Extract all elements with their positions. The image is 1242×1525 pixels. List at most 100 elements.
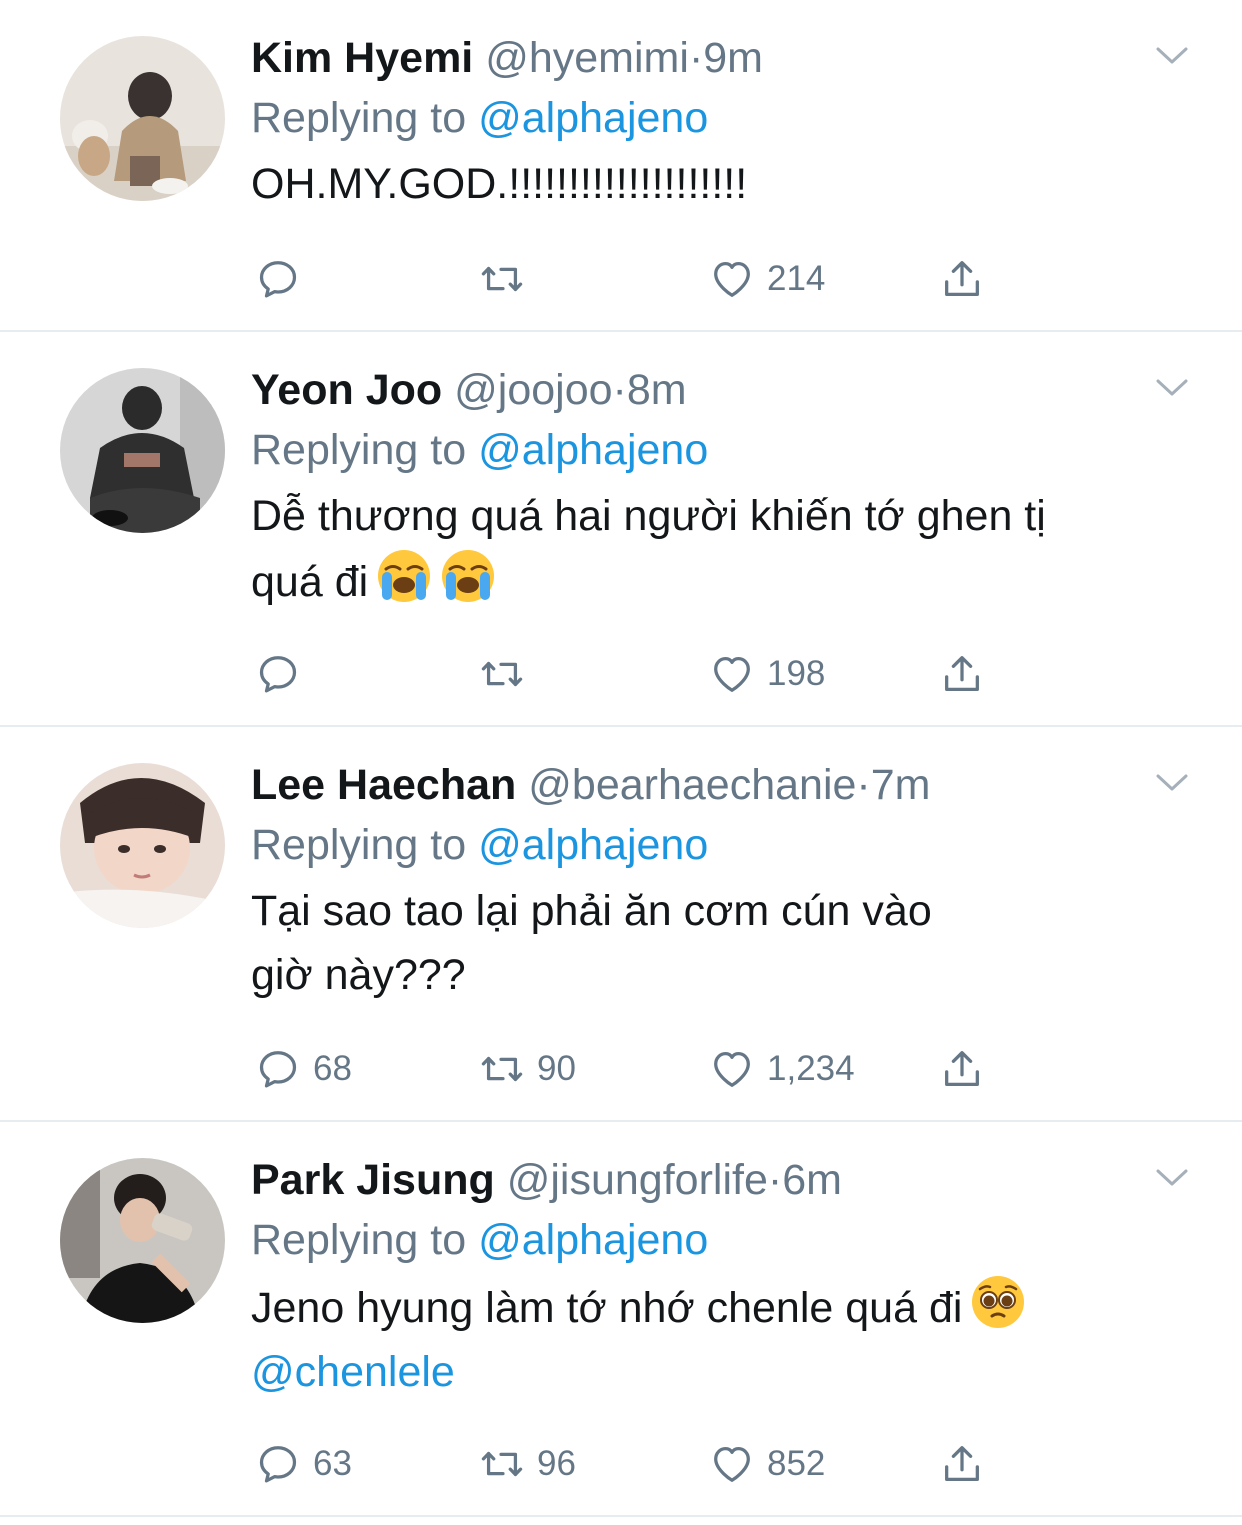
like-button[interactable]: 1,234 xyxy=(709,1044,855,1094)
tweet-header: Kim Hyemi @hyemimi·9m xyxy=(251,30,1212,86)
tweet[interactable]: Kim Hyemi @hyemimi·9m Replying to @alpha… xyxy=(0,0,1242,332)
replying-label: Replying to xyxy=(251,94,467,142)
chevron-down-icon[interactable] xyxy=(1154,771,1190,795)
reply-count: 68 xyxy=(313,1049,352,1088)
like-button[interactable]: 852 xyxy=(709,1439,825,1489)
like-button[interactable]: 214 xyxy=(709,254,825,304)
tweet-text-line-2: quá đi xyxy=(251,558,369,606)
replying-label: Replying to xyxy=(251,821,467,869)
retweet-icon xyxy=(479,256,525,302)
user-handle[interactable]: @jisungforlife xyxy=(507,1156,768,1204)
replying-to-line: Replying to @alphajeno xyxy=(251,418,1212,482)
tweet-text: Jeno hyung làm tớ nhớ chenle quá đi @che… xyxy=(251,1274,1212,1404)
tweet-text: Dễ thương quá hai người khiến tớ ghen tị… xyxy=(251,484,1212,614)
separator-dot: · xyxy=(767,1156,783,1204)
share-icon xyxy=(939,651,985,697)
reply-icon xyxy=(255,1046,301,1092)
retweet-button[interactable]: 90 xyxy=(479,1044,576,1094)
reply-count: 63 xyxy=(313,1444,352,1483)
timestamp[interactable]: 6m xyxy=(782,1156,842,1204)
user-handle[interactable]: @bearhaechanie xyxy=(528,761,856,809)
share-button[interactable] xyxy=(939,1439,985,1489)
separator-dot: · xyxy=(856,761,871,809)
like-count: 214 xyxy=(767,259,826,298)
loudly-crying-face-icon xyxy=(440,548,496,604)
reply-mention-link[interactable]: @alphajeno xyxy=(478,1216,708,1264)
tweet-text: OH.MY.GOD.!!!!!!!!!!!!!!!!!!!! xyxy=(251,152,1212,216)
replying-to-line: Replying to @alphajeno xyxy=(251,86,1212,150)
like-count: 852 xyxy=(767,1444,826,1483)
reply-mention-link[interactable]: @alphajeno xyxy=(478,94,708,142)
display-name[interactable]: Yeon Joo xyxy=(251,366,442,414)
separator-dot: · xyxy=(612,366,627,414)
tweet-text-line: giờ này??? xyxy=(251,951,466,999)
tweet-actions: 68 90 1,234 xyxy=(251,1044,1242,1094)
mention-link[interactable]: @chenlele xyxy=(251,1340,1212,1404)
tweet-actions: 198 xyxy=(251,649,1242,699)
avatar[interactable] xyxy=(60,763,225,928)
loudly-crying-face-icon xyxy=(376,548,432,604)
avatar[interactable] xyxy=(60,36,225,201)
heart-icon xyxy=(709,1046,755,1092)
retweet-icon xyxy=(479,1441,525,1487)
share-button[interactable] xyxy=(939,1044,985,1094)
replying-label: Replying to xyxy=(251,426,467,474)
reply-icon xyxy=(255,651,301,697)
share-icon xyxy=(939,1441,985,1487)
pleading-face-icon xyxy=(970,1274,1026,1330)
heart-icon xyxy=(709,256,755,302)
retweet-icon xyxy=(479,651,525,697)
avatar[interactable] xyxy=(60,1158,225,1323)
user-handle[interactable]: @joojoo xyxy=(454,366,612,414)
retweet-button[interactable] xyxy=(479,649,537,699)
share-button[interactable] xyxy=(939,254,985,304)
timestamp[interactable]: 9m xyxy=(703,34,763,82)
avatar[interactable] xyxy=(60,368,225,533)
tweet-text-line: Jeno hyung làm tớ nhớ chenle quá đi xyxy=(251,1274,1212,1340)
reply-button[interactable]: 63 xyxy=(255,1439,352,1489)
display-name[interactable]: Kim Hyemi xyxy=(251,34,473,82)
tweet-header: Park Jisung @jisungforlife·6m xyxy=(251,1152,1212,1208)
reply-icon xyxy=(255,1441,301,1487)
tweet[interactable]: Park Jisung @jisungforlife·6m Replying t… xyxy=(0,1122,1242,1517)
retweet-button[interactable]: 96 xyxy=(479,1439,576,1489)
replying-to-line: Replying to @alphajeno xyxy=(251,813,1212,877)
tweet-text-line-1: Jeno hyung làm tớ nhớ chenle quá đi xyxy=(251,1284,963,1332)
tweet-actions: 214 xyxy=(251,254,1242,304)
share-button[interactable] xyxy=(939,649,985,699)
share-icon xyxy=(939,1046,985,1092)
user-handle[interactable]: @hyemimi xyxy=(485,34,689,82)
like-count: 198 xyxy=(767,654,826,693)
tweet-text-line: quá đi xyxy=(251,548,1212,614)
reply-icon xyxy=(255,256,301,302)
share-icon xyxy=(939,256,985,302)
reply-button[interactable] xyxy=(255,649,313,699)
tweet-header: Yeon Joo @joojoo·8m xyxy=(251,362,1212,418)
replying-label: Replying to xyxy=(251,1216,467,1264)
reply-button[interactable] xyxy=(255,254,313,304)
timestamp[interactable]: 7m xyxy=(871,761,931,809)
retweet-icon xyxy=(479,1046,525,1092)
display-name[interactable]: Park Jisung xyxy=(251,1156,495,1204)
heart-icon xyxy=(709,1441,755,1487)
chevron-down-icon[interactable] xyxy=(1154,376,1190,400)
tweet-actions: 63 96 852 xyxy=(251,1439,1242,1489)
chevron-down-icon[interactable] xyxy=(1154,44,1190,68)
tweet-text-line: OH.MY.GOD.!!!!!!!!!!!!!!!!!!!! xyxy=(251,160,748,208)
reply-mention-link[interactable]: @alphajeno xyxy=(478,821,708,869)
like-button[interactable]: 198 xyxy=(709,649,825,699)
reply-mention-link[interactable]: @alphajeno xyxy=(478,426,708,474)
timestamp[interactable]: 8m xyxy=(627,366,687,414)
tweet-text: Tại sao tao lại phải ăn cơm cún vào giờ … xyxy=(251,879,1212,1007)
retweet-button[interactable] xyxy=(479,254,537,304)
tweet[interactable]: Lee Haechan @bearhaechanie·7m Replying t… xyxy=(0,727,1242,1122)
chevron-down-icon[interactable] xyxy=(1154,1166,1190,1190)
tweet[interactable]: Yeon Joo @joojoo·8m Replying to @alphaje… xyxy=(0,332,1242,727)
retweet-count: 96 xyxy=(537,1444,576,1483)
tweet-text-line: Tại sao tao lại phải ăn cơm cún vào xyxy=(251,887,932,935)
reply-button[interactable]: 68 xyxy=(255,1044,352,1094)
heart-icon xyxy=(709,651,755,697)
display-name[interactable]: Lee Haechan xyxy=(251,761,516,809)
replying-to-line: Replying to @alphajeno xyxy=(251,1208,1212,1272)
tweet-header: Lee Haechan @bearhaechanie·7m xyxy=(251,757,1212,813)
